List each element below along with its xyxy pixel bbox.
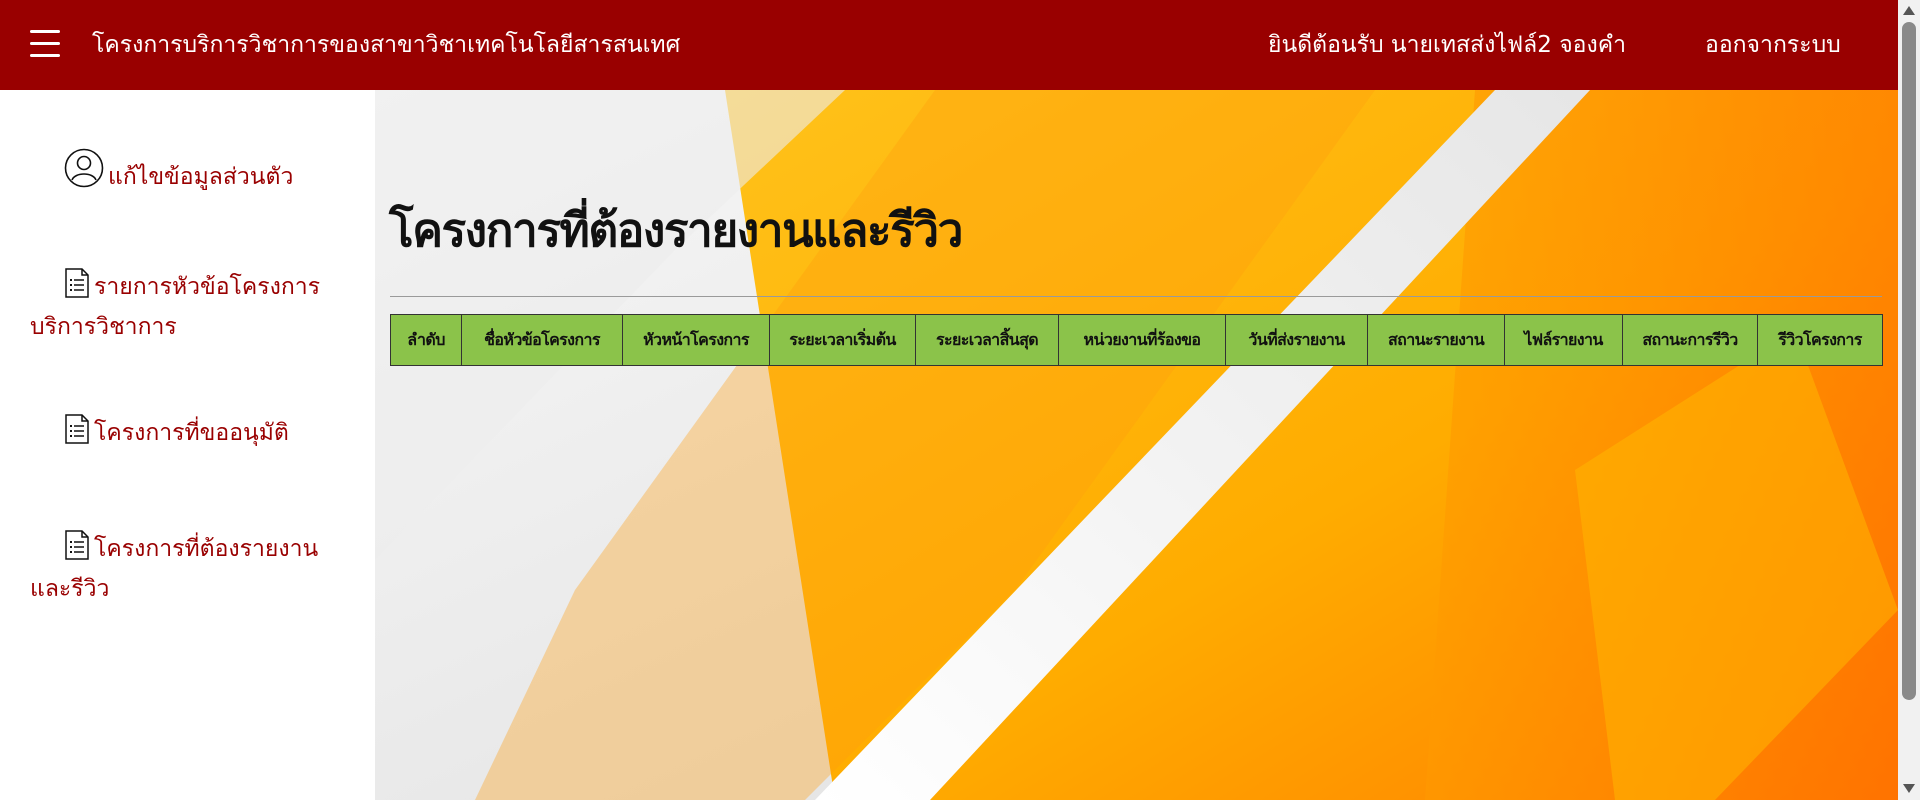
document-list-icon — [64, 414, 90, 455]
top-navbar: โครงการบริการวิชาการของสาขาวิชาเทคโนโลยี… — [0, 0, 1898, 90]
column-header-project-leader: หัวหน้าโครงการ — [622, 314, 770, 366]
divider — [390, 296, 1882, 297]
column-header-end-date: ระยะเวลาสิ้นสุด — [915, 314, 1059, 366]
column-header-order: ลำดับ — [390, 314, 462, 366]
column-header-project-topic: ชื่อหัวข้อโครงการ — [461, 314, 623, 366]
sidebar-item-label: โครงการที่ขออนุมัติ — [94, 420, 289, 446]
page-title: โครงการที่ต้องรายงานและรีวิว — [389, 203, 963, 257]
column-header-report-file: ไฟล์รายงาน — [1504, 314, 1623, 366]
sidebar-item-label: แก้ไขข้อมูลส่วนตัว — [108, 164, 294, 190]
column-header-review-project: รีวิวโครงการ — [1757, 314, 1883, 366]
scroll-down-arrow-icon[interactable] — [1903, 784, 1915, 793]
column-header-report-date: วันที่ส่งรายงาน — [1225, 314, 1368, 366]
report-table: ลำดับ ชื่อหัวข้อโครงการ หัวหน้าโครงการ ร… — [390, 314, 1883, 366]
document-list-icon — [64, 530, 90, 571]
sidebar-item-project-topics[interactable]: รายการหัวข้อโครงการ บริการวิชาการ — [30, 268, 350, 345]
sidebar-item-label: รายการหัวข้อโครงการ — [94, 274, 321, 300]
logout-link[interactable]: ออกจากระบบ — [1705, 30, 1841, 60]
scrollbar-thumb[interactable] — [1902, 22, 1916, 700]
sidebar-item-edit-profile[interactable]: แก้ไขข้อมูลส่วนตัว — [30, 148, 350, 199]
hamburger-menu-icon[interactable] — [30, 30, 60, 58]
sidebar: แก้ไขข้อมูลส่วนตัว รายการหัวข้อโครงการ บ… — [0, 90, 375, 800]
column-header-requesting-unit: หน่วยงานที่ร้องขอ — [1058, 314, 1226, 366]
site-title: โครงการบริการวิชาการของสาขาวิชาเทคโนโลยี… — [92, 32, 681, 58]
main-content: โครงการที่ต้องรายงานและรีวิว ลำดับ ชื่อห… — [375, 90, 1898, 800]
document-list-icon — [64, 268, 90, 309]
column-header-report-status: สถานะรายงาน — [1367, 314, 1505, 366]
table-header-row: ลำดับ ชื่อหัวข้อโครงการ หัวหน้าโครงการ ร… — [390, 314, 1883, 366]
sidebar-item-label: โครงการที่ต้องรายงาน — [94, 536, 319, 562]
scroll-up-arrow-icon[interactable] — [1903, 6, 1915, 15]
page-scrollbar[interactable] — [1898, 0, 1920, 800]
sidebar-item-report-review[interactable]: โครงการที่ต้องรายงาน และรีวิว — [30, 530, 350, 607]
sidebar-item-label-line2: และรีวิว — [30, 576, 110, 602]
sidebar-item-approval-projects[interactable]: โครงการที่ขออนุมัติ — [30, 414, 350, 455]
column-header-start-date: ระยะเวลาเริ่มต้น — [769, 314, 916, 366]
background-graphic — [375, 90, 1898, 800]
column-header-review-status: สถานะการรีวิว — [1622, 314, 1758, 366]
sidebar-item-label-line2: บริการวิชาการ — [30, 314, 177, 340]
welcome-text: ยินดีต้อนรับ นายเทสส่งไฟล์2 จองคำ — [1268, 32, 1627, 58]
user-circle-icon — [64, 148, 104, 199]
